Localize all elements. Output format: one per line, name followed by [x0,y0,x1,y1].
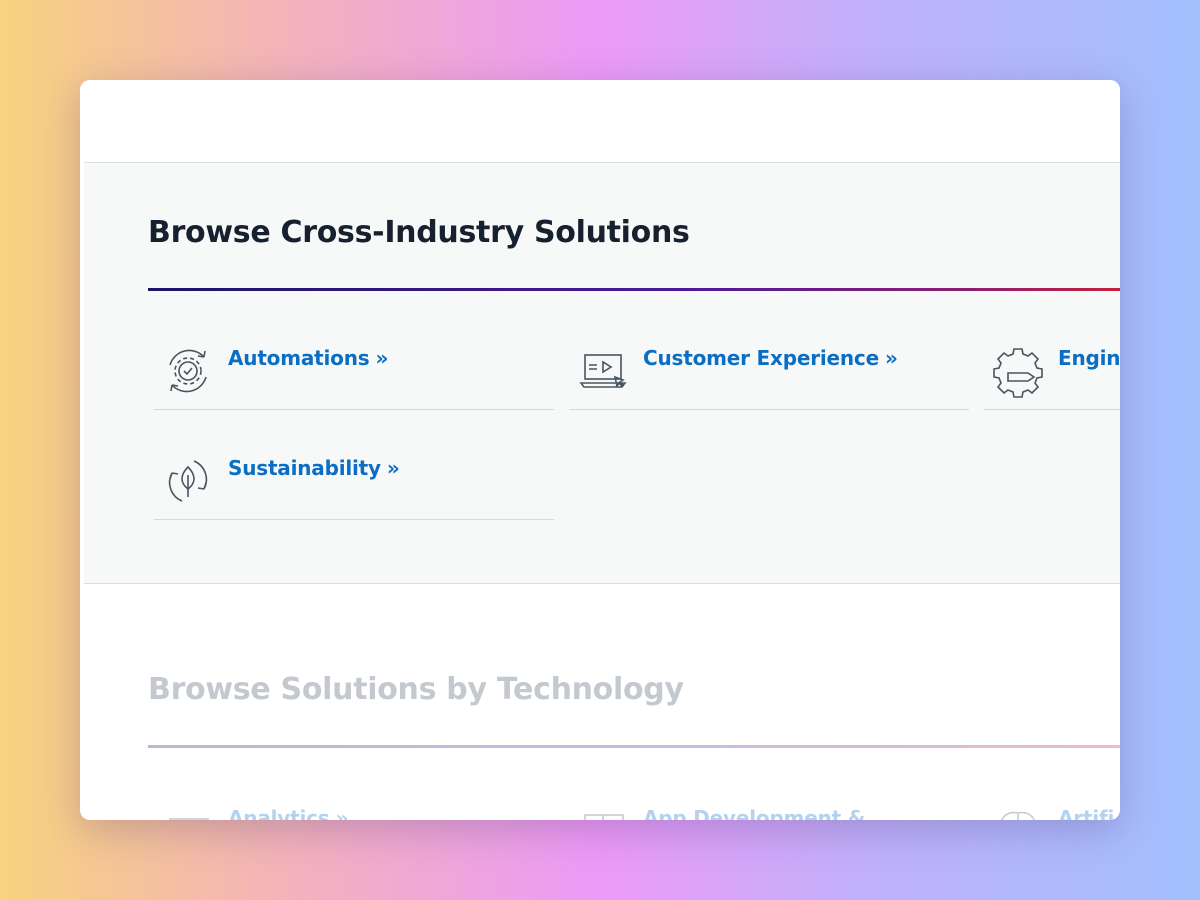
gear-pencil-icon [990,343,1046,399]
solution-card-artificial-intelligence[interactable]: Artifi [984,783,1120,820]
solution-link-customer-experience[interactable]: Customer Experience» [643,346,898,370]
section-divider [148,288,1120,291]
solution-card-engineering[interactable]: Engin [984,323,1120,410]
brain-icon [990,803,1046,820]
solution-link-automations[interactable]: Automations» [228,346,388,370]
laptop-video-icon [575,343,631,399]
chevron-icon: » [375,346,389,370]
solution-card-app-development[interactable]: App Development & [569,783,969,820]
solution-link-artificial-intelligence[interactable]: Artifi [1058,806,1114,820]
leaf-cycle-icon [160,453,216,509]
chevron-icon: » [386,456,400,480]
section-divider [148,745,1120,748]
browser-window: Browse Cross-Industry Solutions Automati… [80,80,1120,820]
technology-heading: Browse Solutions by Technology [148,672,684,707]
cross-industry-heading: Browse Cross-Industry Solutions [148,215,690,250]
chart-icon [160,803,216,820]
solution-link-app-development[interactable]: App Development & [643,806,865,820]
solution-card-customer-experience[interactable]: Customer Experience» [569,323,969,410]
puzzle-screen-icon [575,803,631,820]
solution-link-engineering[interactable]: Engin [1058,346,1120,370]
solution-card-automations[interactable]: Automations» [154,323,554,410]
gear-cycle-icon [160,343,216,399]
solution-link-analytics[interactable]: Analytics» [228,806,348,820]
chevron-icon: » [335,806,349,820]
page-top-area [80,80,1120,162]
solution-card-analytics[interactable]: Analytics» [154,783,554,820]
chevron-icon: » [884,346,898,370]
solution-link-sustainability[interactable]: Sustainability» [228,456,400,480]
solution-card-sustainability[interactable]: Sustainability» [154,433,554,520]
